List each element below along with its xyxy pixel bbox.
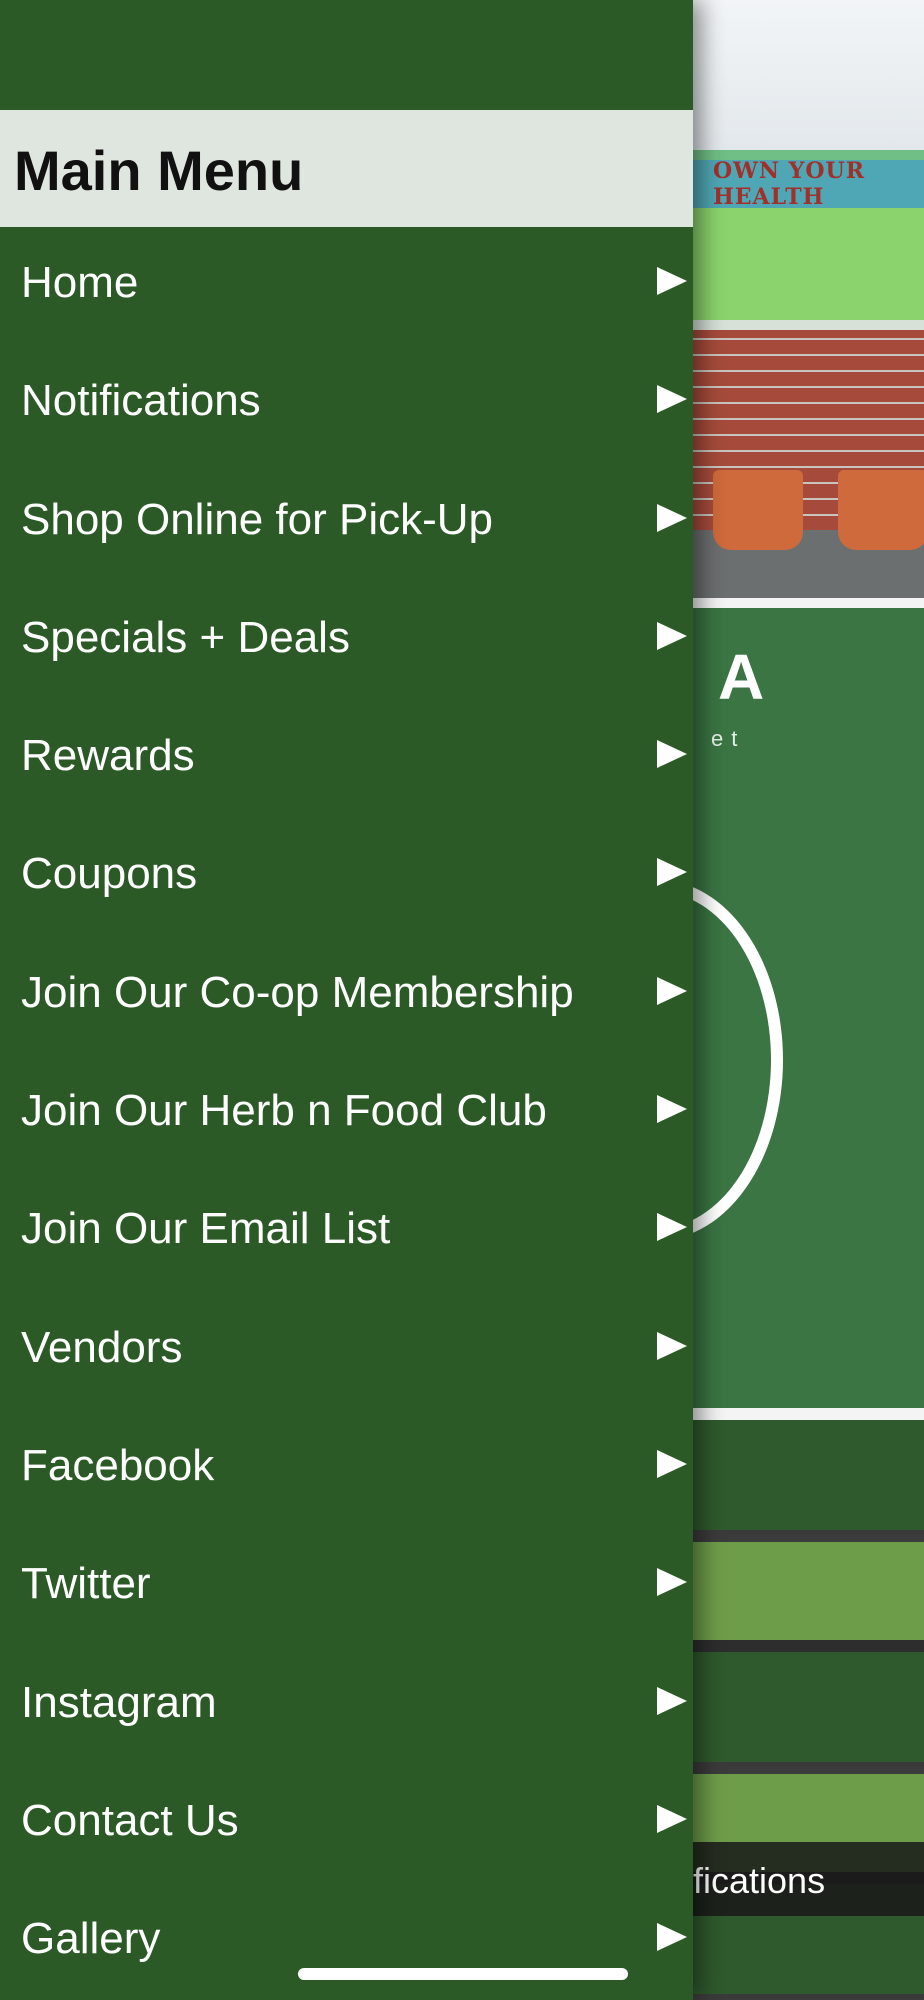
- triangle-right-icon: [657, 976, 687, 1005]
- menu-item-label: Gallery: [21, 1914, 161, 1964]
- triangle-right-icon: [657, 503, 687, 532]
- menu-item-label: Instagram: [21, 1677, 217, 1727]
- menu-item-home[interactable]: Home: [0, 227, 693, 345]
- menu-item-label: Vendors: [21, 1322, 183, 1372]
- menu-item-facebook[interactable]: Facebook: [0, 1410, 693, 1528]
- triangle-right-icon: [657, 1923, 687, 1952]
- menu-item-specials-deals[interactable]: Specials + Deals: [0, 582, 693, 700]
- menu-item-label: Join Our Email List: [21, 1204, 391, 1254]
- store-sign-text: OWN YOUR HEALTH: [713, 158, 865, 210]
- menu-item-label: Twitter: [21, 1559, 151, 1609]
- triangle-right-icon: [657, 740, 687, 769]
- triangle-right-icon: [657, 1095, 687, 1124]
- triangle-right-icon: [657, 1568, 687, 1597]
- triangle-right-icon: [657, 1804, 687, 1833]
- triangle-right-icon: [657, 858, 687, 887]
- store-photo: OWN YOUR HEALTH: [693, 0, 924, 598]
- navigation-drawer: Main Menu Home Notifications Shop Online…: [0, 0, 693, 2000]
- menu-item-herb-food-club[interactable]: Join Our Herb n Food Club: [0, 1055, 693, 1173]
- menu-item-label: Coupons: [21, 849, 198, 899]
- logo-subtext: et: [711, 726, 746, 751]
- planter-pot: [713, 470, 803, 550]
- drawer-header: Main Menu: [0, 110, 693, 227]
- menu-item-label: Home: [21, 258, 139, 307]
- triangle-right-icon: [657, 1213, 687, 1242]
- menu-item-label: Rewards: [21, 731, 195, 781]
- menu-item-email-list[interactable]: Join Our Email List: [0, 1173, 693, 1291]
- logo-text: A: [718, 641, 765, 713]
- menu-item-label: Shop Online for Pick-Up: [21, 494, 493, 544]
- menu-item-label: Join Our Co-op Membership: [21, 967, 574, 1017]
- menu-item-label: Specials + Deals: [21, 612, 350, 662]
- menu-item-label: Notifications: [21, 376, 261, 426]
- home-indicator[interactable]: [298, 1968, 628, 1980]
- triangle-right-icon: [657, 385, 687, 414]
- menu-item-coupons[interactable]: Coupons: [0, 818, 693, 936]
- menu-item-contact-us[interactable]: Contact Us: [0, 1765, 693, 1883]
- menu-item-label: Join Our Herb n Food Club: [21, 1086, 547, 1136]
- menu-item-vendors[interactable]: Vendors: [0, 1292, 693, 1410]
- planter-pot: [838, 470, 924, 550]
- menu-item-shop-online[interactable]: Shop Online for Pick-Up: [0, 464, 693, 582]
- menu-item-twitter[interactable]: Twitter: [0, 1528, 693, 1646]
- background-app-content: OWN YOUR HEALTH A et fications: [693, 0, 924, 2000]
- menu-item-label: Contact Us: [21, 1795, 239, 1845]
- triangle-right-icon: [657, 1449, 687, 1478]
- menu-item-notifications[interactable]: Notifications: [0, 345, 693, 463]
- triangle-right-icon: [657, 267, 687, 295]
- drawer-title: Main Menu: [14, 139, 304, 202]
- triangle-right-icon: [657, 621, 687, 650]
- menu-item-gallery[interactable]: Gallery: [0, 1883, 693, 2000]
- triangle-right-icon: [657, 1331, 687, 1360]
- menu-item-label: Facebook: [21, 1440, 215, 1490]
- menu-item-coop-membership[interactable]: Join Our Co-op Membership: [0, 937, 693, 1055]
- menu-item-rewards[interactable]: Rewards: [0, 700, 693, 818]
- notifications-banner-label: fications: [693, 1860, 826, 1901]
- triangle-right-icon: [657, 1686, 687, 1715]
- menu-list: Home Notifications Shop Online for Pick-…: [0, 227, 693, 2000]
- menu-item-instagram[interactable]: Instagram: [0, 1647, 693, 1765]
